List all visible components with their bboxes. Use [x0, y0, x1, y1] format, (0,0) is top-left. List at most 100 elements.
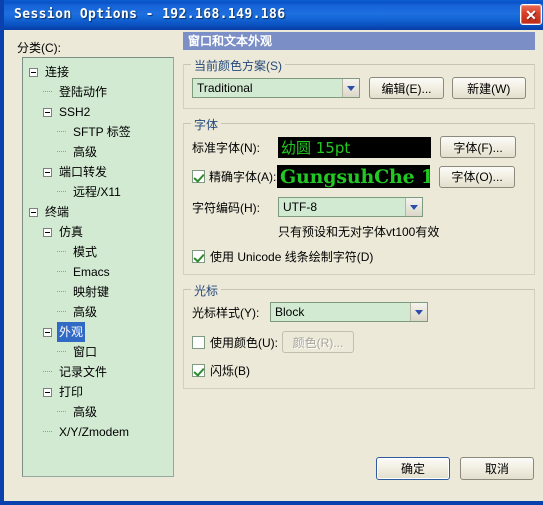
cursor-blink-row: 闪烁(B) — [192, 362, 526, 379]
tree-item[interactable]: 记录文件 — [23, 362, 173, 382]
tree-collapse-icon[interactable] — [29, 207, 38, 217]
exact-font-button[interactable]: 字体(O)... — [439, 165, 515, 188]
tree-item-label: 高级 — [73, 305, 98, 319]
blink-checkbox[interactable] — [192, 364, 205, 377]
blink-label: 闪烁(B) — [210, 364, 250, 378]
close-icon: ✕ — [525, 6, 537, 23]
tree-connector — [43, 371, 52, 373]
dialog-footer: 确定 取消 — [376, 457, 534, 480]
unicode-line-row: 使用 Unicode 线条绘制字符(D) — [192, 248, 526, 265]
encoding-label: 字符编码(H): — [192, 200, 260, 215]
window-frame: Session Options - 192.168.149.186 ✕ 分类(C… — [0, 0, 543, 505]
cursor-style-select[interactable]: Block — [270, 302, 428, 322]
font-group-title: 字体 — [191, 116, 222, 133]
tree-item-label: 映射键 — [73, 285, 110, 299]
tree-item[interactable]: 窗口 — [23, 342, 173, 362]
category-tree[interactable]: 连接 登陆动作 SSH2 SFTP 标签 高级 端口转发 远程/X11 终端 仿真 模式 Emacs… — [22, 57, 174, 477]
tree-item[interactable]: 高级 — [23, 302, 173, 322]
font-body: 标准字体(N): 幼圆 15pt 字体(F)... 精确字体(A): Gungs… — [184, 124, 534, 274]
tree-item[interactable]: 仿真 — [23, 222, 173, 242]
tree-item-label: 打印 — [59, 385, 84, 399]
chevron-down-icon[interactable] — [405, 198, 422, 216]
tree-item[interactable]: 映射键 — [23, 282, 173, 302]
encoding-row: 字符编码(H): UTF-8 — [192, 197, 526, 217]
use-color-checkbox[interactable] — [192, 335, 205, 349]
tree-item-label: 窗口 — [73, 345, 98, 359]
tree-item[interactable]: Emacs — [23, 262, 173, 282]
tree-collapse-icon[interactable] — [43, 167, 52, 177]
tree-collapse-icon[interactable] — [43, 327, 52, 337]
tree-collapse-icon[interactable] — [43, 107, 52, 117]
tree-item-label: SSH2 — [59, 105, 91, 119]
new-scheme-button[interactable]: 新建(W) — [451, 77, 526, 99]
tree-collapse-icon[interactable] — [43, 227, 52, 237]
tree-item-label: 终端 — [45, 205, 70, 219]
tree-item[interactable]: 登陆动作 — [23, 82, 173, 102]
tree-collapse-icon[interactable] — [29, 67, 38, 77]
chevron-down-icon[interactable] — [410, 303, 427, 321]
tree-connector — [57, 131, 66, 133]
tree-item[interactable]: 打印 — [23, 382, 173, 402]
tree-item-label: 登陆动作 — [59, 85, 108, 99]
chevron-down-icon[interactable] — [341, 79, 359, 97]
ok-button[interactable]: 确定 — [376, 457, 450, 480]
tree-item[interactable]: 远程/X11 — [23, 182, 173, 202]
tree-item[interactable]: 终端 — [23, 202, 173, 222]
dialog-client-area: 分类(C): 连接 登陆动作 SSH2 SFTP 标签 高级 端口转发 远程/X11 终端 仿真… — [8, 30, 543, 501]
tree-item[interactable]: SFTP 标签 — [23, 122, 173, 142]
tree-connector — [57, 271, 66, 273]
cursor-style-row: 光标样式(Y): Block — [192, 302, 526, 322]
tree-connector — [57, 151, 66, 153]
tree-item[interactable]: 外观 — [23, 322, 173, 342]
window-title: Session Options - 192.168.149.186 — [14, 7, 286, 22]
standard-font-label: 标准字体(N): — [192, 140, 260, 155]
tree-connector — [57, 191, 66, 193]
exact-font-row: 精确字体(A): GungsuhChe 18pt 字体(O)... — [192, 165, 526, 188]
standard-font-preview: 幼圆 15pt — [278, 136, 431, 158]
category-label: 分类(C): — [17, 41, 61, 55]
standard-font-row: 标准字体(N): 幼圆 15pt 字体(F)... — [192, 136, 526, 158]
exact-font-checkbox[interactable] — [192, 170, 205, 183]
cursor-body: 光标样式(Y): Block 使用颜色(U): 颜色(R)... 闪烁(B) — [184, 290, 534, 388]
tree-item-label: 连接 — [45, 65, 70, 79]
unicode-line-label: 使用 Unicode 线条绘制字符(D) — [210, 250, 374, 264]
color-scheme-group: 当前颜色方案(S) Traditional 编辑(E)... 新建(W) — [183, 57, 535, 109]
tree-item[interactable]: 模式 — [23, 242, 173, 262]
cancel-button[interactable]: 取消 — [460, 457, 534, 480]
color-scheme-value: Traditional — [197, 81, 253, 95]
standard-font-button[interactable]: 字体(F)... — [440, 136, 516, 158]
session-options-dialog: Session Options - 192.168.149.186 ✕ 分类(C… — [0, 0, 543, 505]
tree-item-label: 远程/X11 — [73, 185, 121, 199]
tree-connector — [57, 311, 66, 313]
tree-item[interactable]: 高级 — [23, 402, 173, 422]
font-group: 字体 标准字体(N): 幼圆 15pt 字体(F)... 精确字体(A): Gu… — [183, 116, 535, 275]
tree-connector — [43, 431, 52, 433]
encoding-select[interactable]: UTF-8 — [278, 197, 423, 217]
tree-item[interactable]: X/Y/Zmodem — [23, 422, 173, 442]
cursor-use-color-row: 使用颜色(U): 颜色(R)... — [192, 331, 526, 353]
tree-item[interactable]: 端口转发 — [23, 162, 173, 182]
tree-item-label: Emacs — [73, 265, 110, 279]
tree-connector — [43, 91, 52, 93]
tree-item[interactable]: 连接 — [23, 62, 173, 82]
exact-font-label: 精确字体(A): — [209, 170, 277, 184]
tree-item-label: 仿真 — [59, 225, 84, 239]
cursor-color-button[interactable]: 颜色(R)... — [282, 331, 354, 353]
tree-connector — [57, 251, 66, 253]
edit-scheme-button[interactable]: 编辑(E)... — [369, 77, 444, 99]
tree-collapse-icon[interactable] — [43, 387, 52, 397]
exact-font-preview-text: GungsuhChe 18pt — [280, 165, 430, 188]
color-scheme-select[interactable]: Traditional — [192, 78, 360, 98]
tree-item-label: 记录文件 — [59, 365, 108, 379]
tree-item-label: X/Y/Zmodem — [59, 425, 130, 439]
tree-item[interactable]: SSH2 — [23, 102, 173, 122]
exact-font-preview: GungsuhChe 18pt — [277, 165, 430, 188]
tree-item-label: 端口转发 — [59, 165, 108, 179]
tree-item[interactable]: 高级 — [23, 142, 173, 162]
unicode-line-checkbox[interactable] — [192, 250, 205, 263]
encoding-hint: 只有预设和无对字体vt100有效 — [278, 225, 440, 239]
tree-connector — [57, 291, 66, 293]
tree-item-label: 高级 — [73, 405, 98, 419]
cursor-group-title: 光标 — [191, 282, 222, 299]
close-button[interactable]: ✕ — [520, 4, 542, 25]
